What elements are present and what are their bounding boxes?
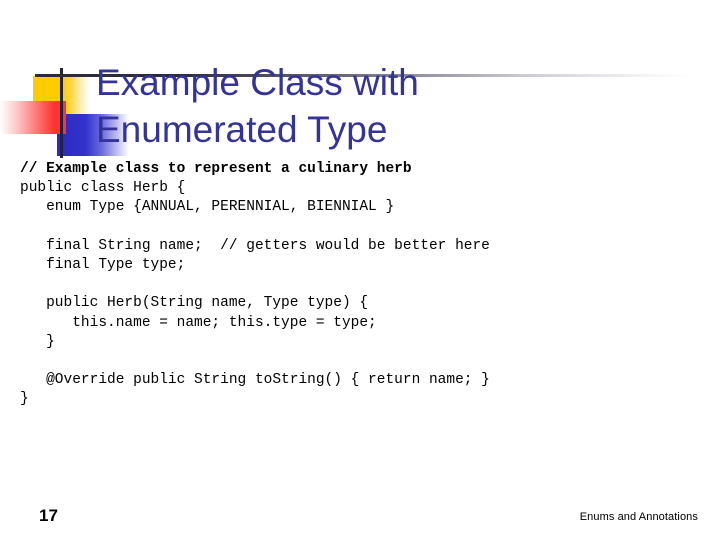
slide: Example Class with Enumerated Type // Ex…	[0, 0, 720, 540]
code-line: }	[20, 391, 29, 408]
code-line: final Type type;	[20, 256, 186, 273]
footer-label: Enums and Annotations	[579, 511, 698, 523]
code-line: this.name = name; this.type = type;	[20, 314, 377, 331]
code-line: public class Herb {	[20, 180, 186, 197]
code-block: // Example class to represent a culinary…	[20, 160, 710, 409]
code-line: public Herb(String name, Type type) {	[20, 295, 369, 312]
page-title: Example Class with Enumerated Type	[96, 61, 419, 150]
code-line: enum Type {ANNUAL, PERENNIAL, BIENNIAL }	[20, 199, 395, 216]
page-number: 17	[39, 506, 58, 525]
vertical-rule	[60, 68, 63, 158]
yellow-square-icon	[33, 76, 90, 114]
code-line: final String name; // getters would be b…	[20, 237, 490, 254]
red-square-icon	[0, 101, 66, 134]
code-line: // Example class to represent a culinary…	[20, 161, 412, 177]
code-line: @Override public String toString() { ret…	[20, 372, 490, 389]
code-line: }	[20, 333, 55, 350]
